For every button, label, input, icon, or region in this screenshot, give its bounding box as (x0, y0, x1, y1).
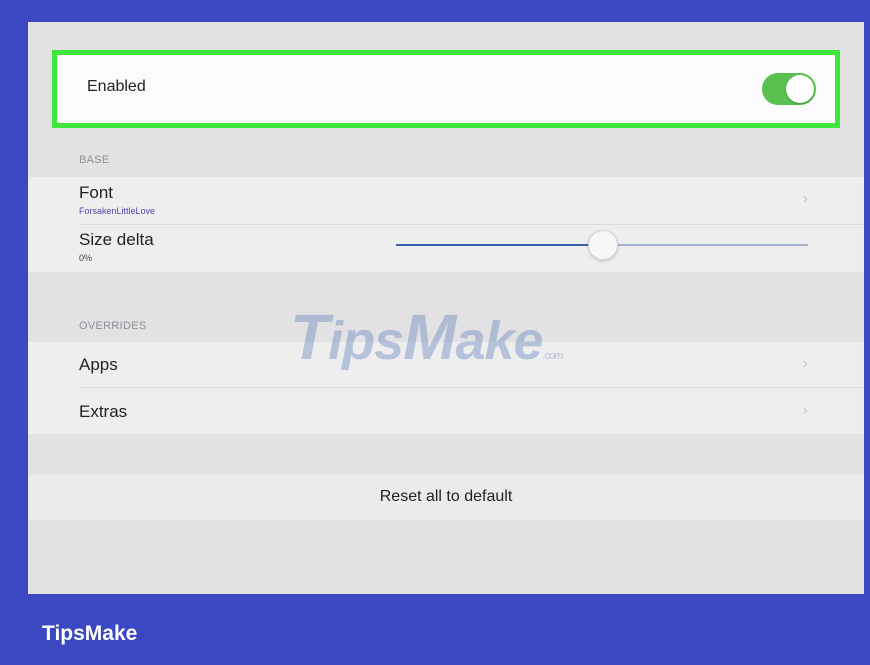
size-delta-value: 0% (79, 253, 93, 263)
chevron-right-icon: › (802, 402, 808, 419)
size-delta-slider-thumb[interactable] (588, 230, 618, 260)
size-delta-row: Size delta 0% (28, 225, 864, 272)
chevron-right-icon: › (802, 355, 808, 372)
size-delta-label: Size delta (79, 230, 154, 249)
size-delta-slider-fill (396, 244, 602, 246)
enabled-label: Enabled (87, 78, 146, 95)
enabled-toggle[interactable] (762, 73, 816, 105)
font-row[interactable]: Font ForsakenLittleLove › (28, 177, 864, 224)
font-label: Font (79, 183, 114, 202)
overrides-section-header: OVERRIDES (79, 320, 147, 332)
chevron-right-icon: › (802, 190, 808, 207)
settings-screen: Enabled BASE Font ForsakenLittleLove › S… (28, 22, 864, 594)
apps-label: Apps (79, 355, 118, 374)
extras-label: Extras (79, 402, 128, 421)
tipsmake-brand-label: TipsMake (42, 622, 138, 645)
base-section-header: BASE (79, 154, 110, 166)
tipsmake-watermark: TipsMake.com (290, 301, 563, 373)
base-group: Font ForsakenLittleLove › Size delta 0% (28, 177, 864, 272)
toggle-knob (786, 75, 814, 103)
enabled-row[interactable]: Enabled (52, 50, 840, 128)
font-value: ForsakenLittleLove (79, 206, 156, 216)
extras-row[interactable]: Extras › (28, 388, 864, 434)
reset-all-button[interactable]: Reset all to default (28, 475, 864, 520)
reset-all-label: Reset all to default (379, 488, 513, 505)
